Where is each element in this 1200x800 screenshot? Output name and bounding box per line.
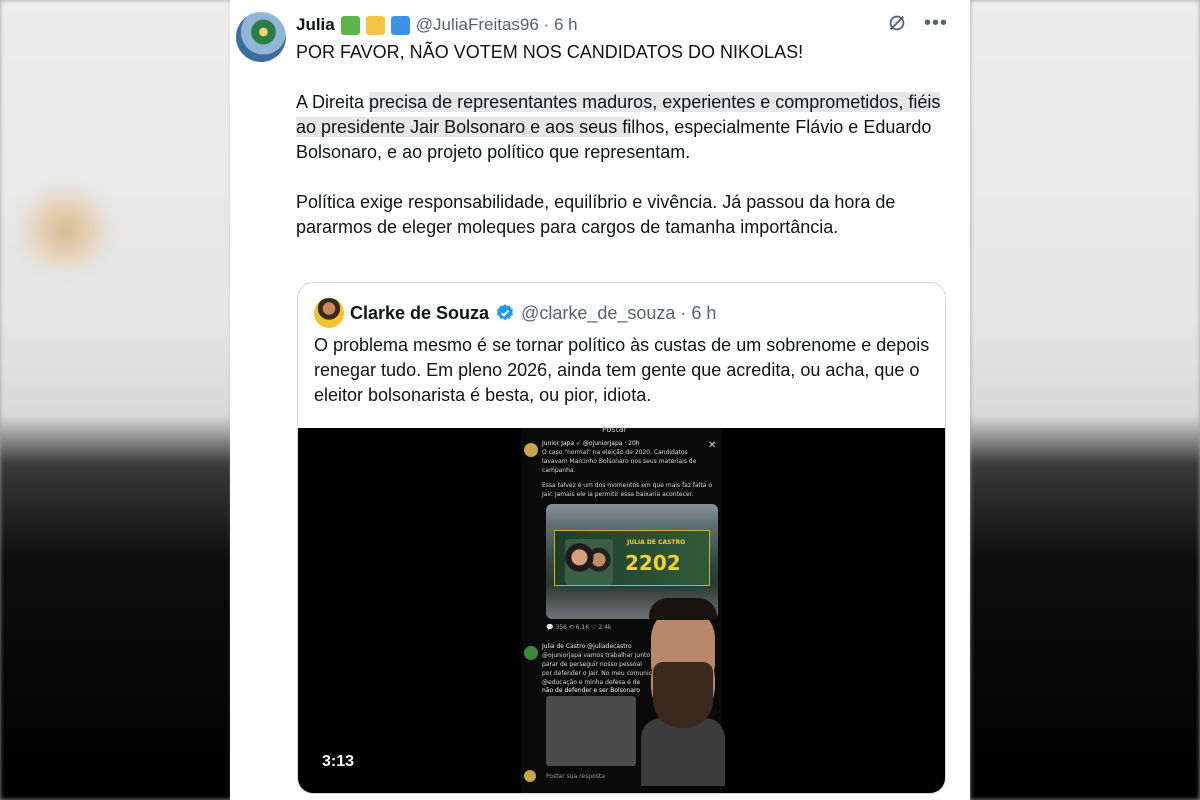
inner-post1-line2: lavavam Marcinho Bolsonaro nos seus mate… [542, 458, 697, 465]
quoted-author-name[interactable]: Clarke de Souza [350, 303, 489, 324]
author-name[interactable]: Julia [296, 15, 335, 35]
tweet-body: POR FAVOR, NÃO VOTEM NOS CANDIDATOS DO N… [296, 40, 946, 265]
inner-post2-line5: não de defender e ser Bolsonaro [542, 687, 640, 694]
inner-post2-line2: parar de perseguir nosso pessoal [542, 661, 642, 668]
verified-badge-icon [497, 304, 514, 321]
inner-post1-line1: O caso "normal" na eleição de 2020. Cand… [542, 449, 688, 456]
inner-metrics: 💬 356 ⟲ 6.1K ♡ 2.4k [546, 624, 612, 631]
quoted-tweet-header: Clarke de Souza @clarke_de_souza · 6 h [314, 297, 716, 329]
inner-close-icon: ✕ [708, 440, 717, 451]
blurred-background-left [0, 0, 232, 800]
author-handle-time[interactable]: @JuliaFreitas96 · 6 h [416, 15, 578, 35]
grok-icon[interactable] [886, 12, 908, 34]
yellow-square-emoji [365, 15, 385, 35]
banner-name: JULIA DE CASTRO [627, 539, 686, 546]
inner-post1-line3: campanha. [542, 467, 576, 474]
tweet-paragraph-1: POR FAVOR, NÃO VOTEM NOS CANDIDATOS DO N… [296, 42, 804, 62]
quoted-tweet[interactable]: Clarke de Souza @clarke_de_souza · 6 h O… [297, 282, 946, 794]
inner-post2-header: Julia de Castro @juliadecastro [542, 643, 632, 650]
inner-avatar-1 [524, 443, 538, 457]
speaker-shirt [641, 718, 725, 786]
campaign-banner: JULIA DE CASTRO 2202 [554, 530, 710, 586]
inner-post2-line4: @educação e minha defesa é de [542, 679, 641, 686]
tweet-actions-top: ••• [886, 12, 948, 34]
video-player[interactable]: Postar ✕ Junior Japa ✓ @ojuniorjapa · 20… [298, 425, 945, 793]
avatar[interactable] [236, 12, 286, 62]
tweet-paragraph-2-start: A Direita [296, 92, 370, 112]
more-options-icon[interactable]: ••• [924, 13, 948, 33]
inner-post1-line4: Essa talvez é um dos momentos em que mai… [542, 482, 712, 489]
highlighted-text-1: precisa de representantes maduros, exper… [369, 92, 776, 112]
speaker-face-overlay [641, 598, 725, 786]
tweet-card: Julia @JuliaFreitas96 · 6 h ••• POR FAVO… [230, 0, 970, 800]
quoted-handle-time[interactable]: @clarke_de_souza · 6 h [521, 303, 716, 324]
blurred-background-blob [20, 190, 110, 270]
speaker-beard [653, 662, 713, 728]
inner-image-placeholder [546, 696, 636, 766]
banner-faces [565, 539, 613, 585]
speaker-hair [649, 598, 717, 620]
inner-post2-line1: @ojuniorjapa vamos trabalhar junto [542, 652, 651, 659]
inner-post1-header: Junior Japa ✓ @ojuniorjapa · 20h [542, 440, 640, 447]
video-duration: 3:13 [322, 753, 355, 770]
quoted-avatar[interactable] [314, 298, 344, 328]
tweet-paragraph-3: Política exige responsabilidade, equilíb… [296, 192, 896, 237]
tweet-paragraph-2: A Direita precisa de representantes madu… [296, 90, 946, 165]
banner-number: 2202 [625, 551, 681, 575]
blue-square-emoji [390, 15, 410, 35]
tweet-header: Julia @JuliaFreitas96 · 6 h [296, 14, 950, 36]
inner-avatar-2 [524, 646, 538, 660]
inner-title: Postar [602, 425, 627, 434]
green-square-emoji [340, 15, 360, 35]
inner-post1-line5: Jair. Jamais ele ia permitir essa baixar… [542, 491, 694, 498]
blurred-background-right [970, 0, 1200, 800]
inner-avatar-3 [524, 770, 536, 782]
inner-reply-placeholder: Postar sua resposta [546, 773, 605, 780]
quoted-tweet-text: O problema mesmo é se tornar político às… [314, 335, 930, 405]
